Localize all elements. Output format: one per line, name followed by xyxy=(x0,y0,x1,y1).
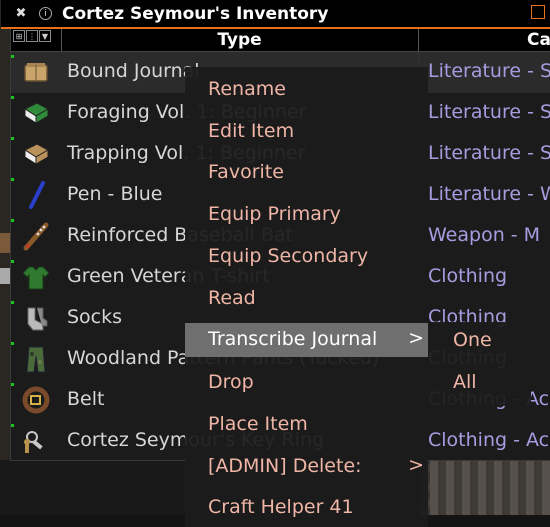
collapse-all-icon[interactable]: ⋮ xyxy=(26,30,38,42)
background-bottom xyxy=(0,460,190,515)
background-strip xyxy=(0,268,10,284)
submenu-item-label: One xyxy=(453,329,492,351)
submenu-item-label: All xyxy=(453,371,477,393)
column-divider[interactable] xyxy=(418,29,419,51)
game-floor-tiles xyxy=(430,460,550,515)
info-icon[interactable]: i xyxy=(39,7,52,20)
pants-icon xyxy=(21,344,51,374)
new-item-marker xyxy=(11,219,14,222)
keyring-icon xyxy=(21,426,51,456)
menu-item-equip-secondary[interactable]: Equip Secondary xyxy=(185,240,428,274)
title-bar[interactable]: ✖ i Cortez Seymour's Inventory xyxy=(1,0,550,29)
pin-icon[interactable] xyxy=(531,5,545,19)
column-header-category[interactable]: Cat xyxy=(527,29,550,51)
new-item-marker xyxy=(11,383,14,386)
submenu-arrow-icon: > xyxy=(408,327,424,349)
menu-item-rename[interactable]: Rename xyxy=(185,73,428,107)
item-name: Pen - Blue xyxy=(67,183,163,205)
context-menu: Rename Edit Item Favorite Equip Primary Equi… xyxy=(185,67,428,527)
background-left xyxy=(0,0,10,515)
menu-item-label: Rename xyxy=(208,78,286,100)
menu-item-label: Equip Primary xyxy=(208,203,341,225)
item-category: Clothing xyxy=(428,265,508,287)
background-strip xyxy=(0,233,10,253)
menu-item-drop[interactable]: Drop xyxy=(185,366,428,400)
new-item-marker xyxy=(11,55,14,58)
menu-item-label: Drop xyxy=(208,371,254,393)
menu-item-label: Read xyxy=(208,287,256,309)
menu-item-transcribe-journal[interactable]: Transcribe Journal > xyxy=(185,323,428,357)
filter-icon[interactable]: ▼ xyxy=(39,30,51,42)
menu-item-label: [ADMIN] Delete: xyxy=(208,455,362,477)
menu-item-place-item[interactable]: Place Item xyxy=(185,408,428,442)
pen-icon xyxy=(21,180,51,210)
item-category: Weapon - M xyxy=(428,224,541,246)
column-header-type[interactable]: Type xyxy=(61,29,418,51)
bat-icon xyxy=(21,221,51,251)
column-header: ⊞ ⋮ ▼ Type Cat xyxy=(11,29,550,52)
menu-item-admin-delete[interactable]: [ADMIN] Delete: > xyxy=(185,450,428,484)
new-item-marker xyxy=(11,424,14,427)
new-item-marker xyxy=(11,301,14,304)
tshirt-icon xyxy=(21,262,51,292)
new-item-marker xyxy=(11,178,14,181)
item-name: Belt xyxy=(67,388,105,410)
menu-item-equip-primary[interactable]: Equip Primary xyxy=(185,198,428,232)
menu-item-read[interactable]: Read xyxy=(185,282,428,316)
item-name: Socks xyxy=(67,306,123,328)
menu-item-favorite[interactable]: Favorite xyxy=(185,156,428,190)
book-icon xyxy=(21,98,51,128)
new-item-marker xyxy=(11,342,14,345)
submenu-item-all[interactable]: All xyxy=(428,364,531,404)
menu-item-label: Transcribe Journal xyxy=(208,328,378,350)
item-category: Literature - S xyxy=(428,142,550,164)
new-item-marker xyxy=(11,260,14,263)
header-controls: ⊞ ⋮ ▼ xyxy=(13,30,51,42)
menu-item-label: Favorite xyxy=(208,161,284,183)
submenu-item-one[interactable]: One xyxy=(428,322,531,362)
window-title: Cortez Seymour's Inventory xyxy=(62,3,329,24)
menu-item-craft-helper-41[interactable]: Craft Helper 41 xyxy=(185,491,428,525)
new-item-marker xyxy=(11,96,14,99)
menu-item-label: Equip Secondary xyxy=(208,245,369,267)
belt-icon xyxy=(21,385,51,415)
item-category: Clothing - Ac xyxy=(428,429,550,451)
submenu-arrow-icon: > xyxy=(408,454,424,476)
item-category: Literature - W xyxy=(428,183,550,205)
transcribe-submenu: One All xyxy=(428,322,531,406)
new-item-marker xyxy=(11,137,14,140)
book-icon xyxy=(21,139,51,169)
socks-icon xyxy=(21,303,51,333)
journal-icon xyxy=(21,57,51,87)
menu-item-label: Edit Item xyxy=(208,120,295,142)
close-icon[interactable]: ✖ xyxy=(13,6,29,22)
item-name: Bound Journal xyxy=(67,60,200,82)
item-category: Literature - S xyxy=(428,60,550,82)
menu-item-label: Place Item xyxy=(208,413,308,435)
expand-all-icon[interactable]: ⊞ xyxy=(13,30,25,42)
item-category: Literature - S xyxy=(428,101,550,123)
menu-item-edit-item[interactable]: Edit Item xyxy=(185,115,428,149)
